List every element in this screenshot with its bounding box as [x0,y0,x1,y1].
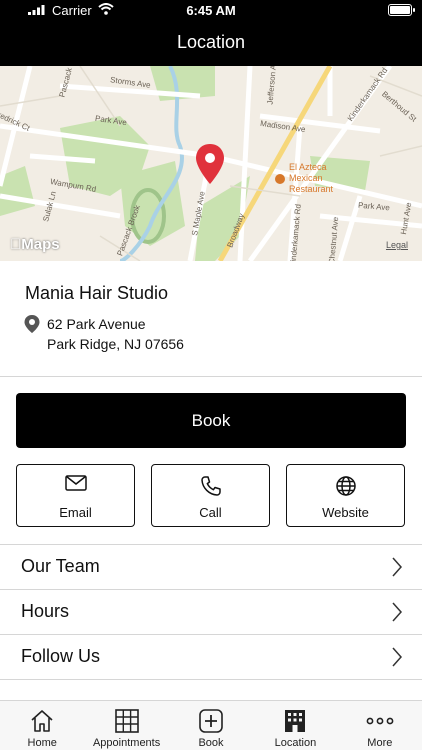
location-pin-icon [196,144,224,184]
menu-item-label: Our Team [21,556,100,576]
business-address[interactable]: 62 Park Avenue Park Ridge, NJ 07656 [47,314,184,354]
menu-item-hours[interactable]: Hours [0,590,422,635]
tab-label: Book [198,737,224,749]
chevron-right-icon [392,647,403,672]
book-button[interactable]: Book [16,393,406,448]
envelope-icon [17,475,134,491]
calendar-grid-icon [84,708,168,734]
maps-logo: Maps [10,236,60,253]
menu-item-follow-us[interactable]: Follow Us [0,635,422,680]
menu-item-label: Follow Us [21,646,101,666]
menu-list: Our Team Hours Follow Us [0,544,422,680]
business-info: Mania Hair Studio 62 Park Avenue Park Ri… [0,261,422,377]
map-poi-label[interactable]: El Azteca Mexican Restaurant [289,162,333,195]
tab-more[interactable]: More [338,701,422,750]
website-label: Website [322,505,369,520]
chevron-right-icon [392,557,403,582]
tab-label: Appointments [92,737,161,749]
tab-appointments[interactable]: Appointments [84,701,168,750]
address-line-2: Park Ridge, NJ 07656 [47,336,184,352]
menu-item-label: Hours [21,601,70,621]
tab-label: More [367,737,393,749]
menu-item-our-team[interactable]: Our Team [0,545,422,590]
tab-home[interactable]: Home [0,701,84,750]
status-time: 6:45 AM [186,3,236,18]
page-title: Location [176,32,246,52]
tab-book[interactable]: Book [169,701,253,750]
top-bar: Carrier 6:45 AM Location [0,0,422,66]
building-icon [253,708,337,734]
plus-square-icon [169,708,253,734]
tab-label: Home [27,737,57,749]
address-line-1: 62 Park Avenue [47,316,146,332]
battery-icon [388,4,415,16]
chevron-right-icon [392,602,403,627]
location-map[interactable]: Pascack Rd Storms Ave Park Ave Madison A… [0,66,422,261]
email-button[interactable]: Email [16,464,135,527]
tab-bar: Home Appointments Book Location More [0,700,422,750]
call-button[interactable]: Call [151,464,270,527]
status-bar: Carrier 6:45 AM [0,0,422,22]
house-icon [0,708,84,734]
tab-label: Location [274,737,317,749]
business-name: Mania Hair Studio [25,283,169,303]
phone-icon [152,475,269,497]
tab-location[interactable]: Location [253,701,337,750]
apple-logo-icon:  [10,236,21,253]
email-label: Email [59,505,92,520]
map-pin-icon [23,314,41,339]
call-label: Call [199,505,222,520]
globe-icon [287,475,404,497]
map-legal-link[interactable]: Legal [386,240,408,250]
more-dots-icon [338,708,422,734]
website-button[interactable]: Website [286,464,405,527]
